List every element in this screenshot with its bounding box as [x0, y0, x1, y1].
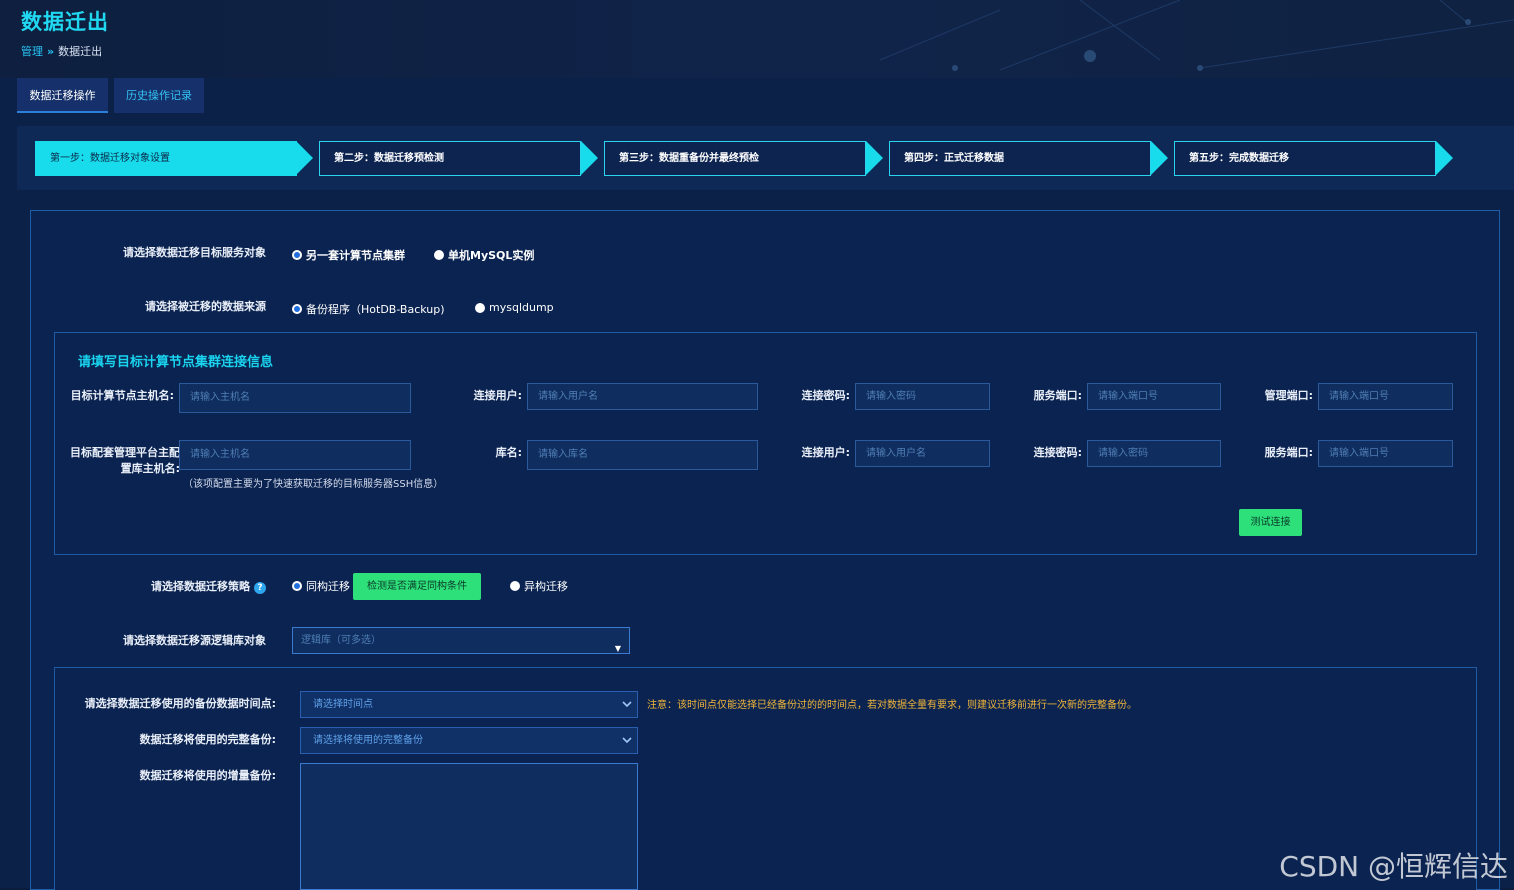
- step-3: 第三步：数据重备份并最终预检: [604, 141, 866, 176]
- tab-migration-operation[interactable]: 数据迁移操作: [17, 78, 108, 113]
- radio-source-backup[interactable]: 备份程序（HotDB-Backup): [292, 301, 445, 317]
- radio-checked-icon: [292, 581, 302, 591]
- strategy-label: 请选择数据迁移策略?: [100, 578, 266, 594]
- logic-db-select[interactable]: 逻辑库（可多选） ▼: [292, 627, 630, 654]
- step-1-arrow-icon: [296, 141, 313, 175]
- password-label: 连接密码:: [801, 389, 850, 402]
- mgmt-port-input[interactable]: 请输入端口号: [1318, 383, 1453, 410]
- db-name-label: 库名:: [495, 446, 522, 459]
- step-5-arrow-icon: [1436, 141, 1453, 175]
- connection-title: 请填写目标计算节点集群连接信息: [78, 355, 274, 370]
- breadcrumb-separator-icon: »: [47, 45, 55, 58]
- step-4: 第四步：正式迁移数据: [889, 141, 1151, 176]
- test-connection-button[interactable]: 测试连接: [1239, 509, 1302, 536]
- user-label: 连接用户:: [473, 389, 522, 402]
- incr-backup-list[interactable]: [300, 763, 638, 890]
- step-1: 第一步：数据迁移对象设置: [35, 141, 297, 176]
- target-service-label: 请选择数据迁移目标服务对象: [123, 246, 266, 259]
- step-5: 第五步：完成数据迁移: [1174, 141, 1436, 176]
- tab-history-records[interactable]: 历史操作记录: [114, 78, 204, 113]
- config-user-input[interactable]: 请输入用户名: [855, 440, 990, 467]
- radio-target-mysql[interactable]: 单机MySQL实例: [434, 247, 534, 263]
- config-host-label: 目标配套管理平台主配 置库主机名:: [70, 446, 180, 475]
- breadcrumb-link-manage[interactable]: 管理: [21, 45, 43, 58]
- radio-homogeneous[interactable]: 同构迁移: [292, 578, 350, 594]
- breadcrumb: 管理 » 数据迁出: [21, 43, 102, 59]
- config-user-label: 连接用户:: [801, 446, 850, 459]
- page-title: 数据迁出: [21, 10, 109, 34]
- user-input[interactable]: 请输入用户名: [527, 383, 758, 410]
- mgmt-port-label: 管理端口:: [1264, 389, 1313, 402]
- config-port-label: 服务端口:: [1264, 446, 1313, 459]
- radio-target-cluster[interactable]: 另一套计算节点集群: [292, 247, 405, 263]
- header-decoration: [879, 0, 1514, 71]
- host-label: 目标计算节点主机名:: [70, 389, 174, 402]
- dropdown-caret-icon: ▼: [614, 644, 621, 653]
- incr-backup-label: 数据迁移将使用的增量备份:: [139, 769, 276, 782]
- check-homogeneous-button[interactable]: 检测是否满足同构条件: [353, 573, 481, 600]
- radio-unchecked-icon: [510, 581, 520, 591]
- config-host-note: （该项配置主要为了快速获取迁移的目标服务器SSH信息）: [183, 479, 444, 490]
- logic-db-label: 请选择数据迁移源逻辑库对象: [123, 634, 266, 647]
- config-password-label: 连接密码:: [1033, 446, 1082, 459]
- breadcrumb-current: 数据迁出: [58, 45, 103, 58]
- step-2: 第二步：数据迁移预检测: [319, 141, 581, 176]
- backup-time-select[interactable]: 请选择时间点: [300, 691, 638, 718]
- password-input[interactable]: 请输入密码: [855, 383, 990, 410]
- step-4-arrow-icon: [1151, 141, 1168, 175]
- chevron-down-icon: [622, 701, 632, 708]
- help-icon[interactable]: ?: [254, 582, 266, 594]
- step-3-arrow-icon: [866, 141, 883, 175]
- full-backup-label: 数据迁移将使用的完整备份:: [139, 733, 276, 746]
- radio-checked-icon: [292, 304, 302, 314]
- full-backup-select[interactable]: 请选择将使用的完整备份: [300, 727, 638, 754]
- db-name-input[interactable]: 请输入库名: [527, 440, 758, 470]
- radio-checked-icon: [292, 250, 302, 260]
- step-2-arrow-icon: [581, 141, 598, 175]
- config-password-input[interactable]: 请输入密码: [1087, 440, 1221, 467]
- data-source-label: 请选择被迁移的数据来源: [145, 300, 266, 313]
- host-input[interactable]: 请输入主机名: [179, 383, 411, 413]
- radio-source-mysqldump[interactable]: mysqldump: [475, 301, 554, 314]
- backup-warning: 注意：该时间点仅能选择已经备份过的的时间点，若对数据全量有要求，则建议迁移前进行…: [647, 700, 1137, 711]
- config-host-input[interactable]: 请输入主机名: [179, 440, 411, 470]
- radio-unchecked-icon: [475, 302, 485, 313]
- radio-heterogeneous[interactable]: 异构迁移: [510, 578, 568, 594]
- config-port-input[interactable]: 请输入端口号: [1318, 440, 1453, 467]
- watermark: CSDN @恒辉信达: [1279, 850, 1508, 883]
- backup-time-label: 请选择数据迁移使用的备份数据时间点:: [84, 697, 276, 710]
- radio-unchecked-icon: [434, 250, 444, 260]
- service-port-input[interactable]: 请输入端口号: [1087, 383, 1221, 410]
- service-port-label: 服务端口:: [1033, 389, 1082, 402]
- chevron-down-icon: [622, 737, 632, 744]
